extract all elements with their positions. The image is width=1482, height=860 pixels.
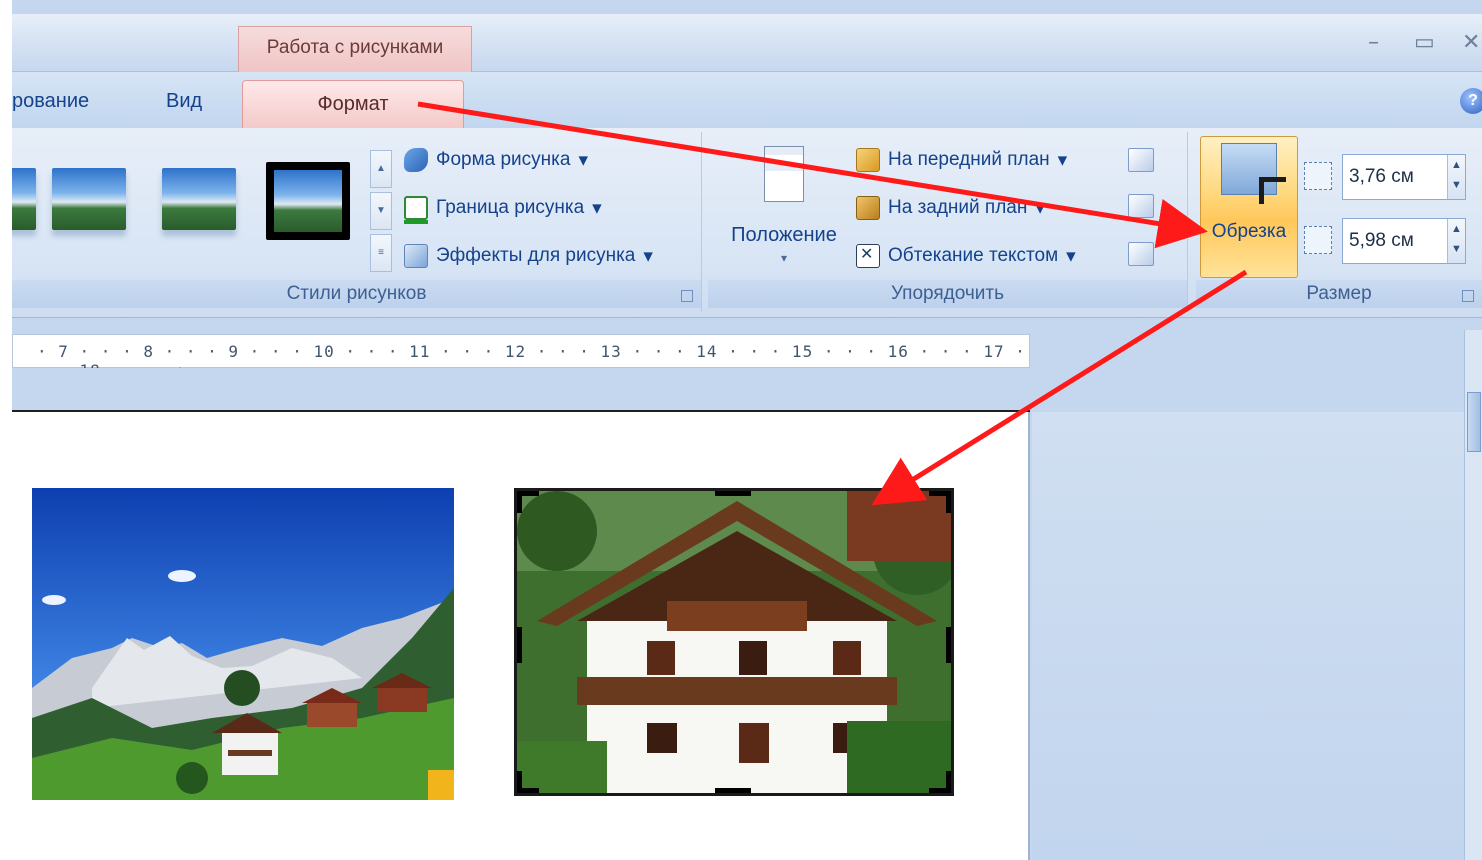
crop-handle-right[interactable] <box>946 627 951 663</box>
horizontal-ruler[interactable]: · 7 · · · 8 · · · 9 · · · 10 · · · 11 · … <box>12 334 1030 380</box>
group-objects-icon[interactable] <box>1128 194 1154 218</box>
dropdown-arrow-icon: ▾ <box>1066 245 1076 267</box>
dropdown-arrow-icon: ▾ <box>578 149 589 171</box>
dialog-launcher-icon[interactable] <box>1462 290 1474 302</box>
context-tab-picture-tools: Работа с рисунками <box>238 26 472 74</box>
group-arrange: Положение ▾ На передний план ▾ На задний… <box>708 132 1188 312</box>
dropdown-arrow-icon: ▾ <box>643 245 653 267</box>
picture-effects-icon <box>404 244 428 268</box>
crop-handle-bottom-left-v[interactable] <box>517 771 522 793</box>
crop-handle-top-left-v[interactable] <box>517 491 522 513</box>
group-label-arrange: Упорядочить <box>708 280 1187 308</box>
title-bar <box>12 14 1482 72</box>
picture-style-2[interactable] <box>52 168 126 230</box>
ruler-margin-area <box>1032 334 1482 368</box>
mountain-village-picture <box>32 488 454 800</box>
dialog-launcher-icon[interactable] <box>681 290 693 302</box>
group-label-picture-styles: Стили рисунков <box>12 280 701 308</box>
height-field[interactable]: 3,76 см ▲ ▼ <box>1342 154 1466 200</box>
gallery-down-icon[interactable]: ▼ <box>370 192 392 230</box>
crop-handle-left[interactable] <box>517 627 522 663</box>
maximize-icon[interactable]: ▭ <box>1414 30 1435 55</box>
mountain-village-image[interactable] <box>32 488 454 800</box>
position-icon <box>764 146 804 202</box>
tab-format[interactable]: Формат <box>242 80 464 128</box>
dropdown-arrow-icon: ▾ <box>592 197 602 219</box>
height-icon <box>1304 162 1332 190</box>
word-window: Работа с рисунками – ▭ ✕ рование Вид Фор… <box>12 0 1482 860</box>
picture-effects-command[interactable]: Эффекты для рисунка ▾ <box>404 244 653 268</box>
gallery-up-icon[interactable]: ▲ <box>370 150 392 188</box>
picture-style-4[interactable] <box>266 162 350 240</box>
position-button[interactable]: Положение ▾ <box>728 140 840 280</box>
document-background <box>1032 412 1482 860</box>
crop-button[interactable]: Обрезка <box>1200 136 1298 278</box>
bring-to-front-command[interactable]: На передний план ▾ <box>856 148 1067 172</box>
group-label-size: Размер <box>1196 280 1482 308</box>
picture-shape-label: Форма рисунка <box>436 149 571 170</box>
text-wrapping-label: Обтекание текстом <box>888 245 1059 266</box>
picture-effects-label: Эффекты для рисунка <box>436 245 636 266</box>
group-size: Обрезка 3,76 см ▲ ▼ 5,98 см ▲ ▼ Размер <box>1196 132 1482 312</box>
width-value: 5,98 см <box>1349 230 1414 251</box>
house-picture <box>517 491 951 793</box>
house-image-cropping[interactable] <box>514 488 954 796</box>
crop-handle-bottom-right-v[interactable] <box>946 771 951 793</box>
vertical-scrollbar[interactable] <box>1464 330 1482 860</box>
chevron-down-icon: ▾ <box>780 251 788 265</box>
height-value: 3,76 см <box>1349 166 1414 187</box>
close-icon[interactable]: ✕ <box>1462 30 1480 55</box>
picture-border-icon <box>404 196 428 224</box>
bring-to-front-label: На передний план <box>888 149 1050 170</box>
send-to-back-label: На задний план <box>888 197 1028 218</box>
scrollbar-thumb[interactable] <box>1467 392 1481 452</box>
dropdown-arrow-icon: ▾ <box>1035 197 1045 219</box>
align-icon[interactable] <box>1128 148 1154 172</box>
crop-handle-top-right-v[interactable] <box>946 491 951 513</box>
tab-view[interactable]: Вид <box>166 90 202 113</box>
picture-border-label: Граница рисунка <box>436 197 585 218</box>
crop-handle-top[interactable] <box>715 491 751 496</box>
picture-border-command[interactable]: Граница рисунка ▾ <box>404 196 602 224</box>
styles-gallery-scroll[interactable]: ▲ ▼ ≡ <box>370 150 392 272</box>
bring-to-front-icon <box>856 148 880 172</box>
height-stepper[interactable]: ▲ ▼ <box>1447 155 1465 199</box>
position-label: Положение <box>731 224 837 246</box>
width-field[interactable]: 5,98 см ▲ ▼ <box>1342 218 1466 264</box>
width-icon <box>1304 226 1332 254</box>
gallery-more-icon[interactable]: ≡ <box>370 234 392 272</box>
picture-shape-icon <box>404 148 428 172</box>
crop-label: Обрезка <box>1211 221 1287 242</box>
dropdown-arrow-icon: ▾ <box>1057 149 1068 171</box>
send-to-back-command[interactable]: На задний план ▾ <box>856 196 1045 220</box>
text-wrapping-icon <box>856 244 880 268</box>
picture-style-1[interactable] <box>12 168 36 230</box>
send-to-back-icon <box>856 196 880 220</box>
group-picture-styles: ▲ ▼ ≡ Форма рисунка ▾ Граница рисунка ▾ … <box>12 132 702 312</box>
picture-style-3[interactable] <box>162 168 236 230</box>
ribbon-tabs: рование Вид <box>12 72 1482 128</box>
width-stepper[interactable]: ▲ ▼ <box>1447 219 1465 263</box>
help-icon[interactable]: ? <box>1460 88 1482 114</box>
minimize-icon[interactable]: – <box>1368 30 1379 55</box>
picture-shape-command[interactable]: Форма рисунка ▾ <box>404 148 588 172</box>
page-top-margin <box>12 368 1030 412</box>
rotate-icon[interactable] <box>1128 242 1154 266</box>
ribbon: ▲ ▼ ≡ Форма рисунка ▾ Граница рисунка ▾ … <box>12 128 1482 318</box>
crop-handle-bottom[interactable] <box>715 788 751 793</box>
tab-review[interactable]: рование <box>12 90 89 113</box>
crop-icon <box>1221 143 1286 204</box>
text-wrapping-command[interactable]: Обтекание текстом ▾ <box>856 244 1076 268</box>
